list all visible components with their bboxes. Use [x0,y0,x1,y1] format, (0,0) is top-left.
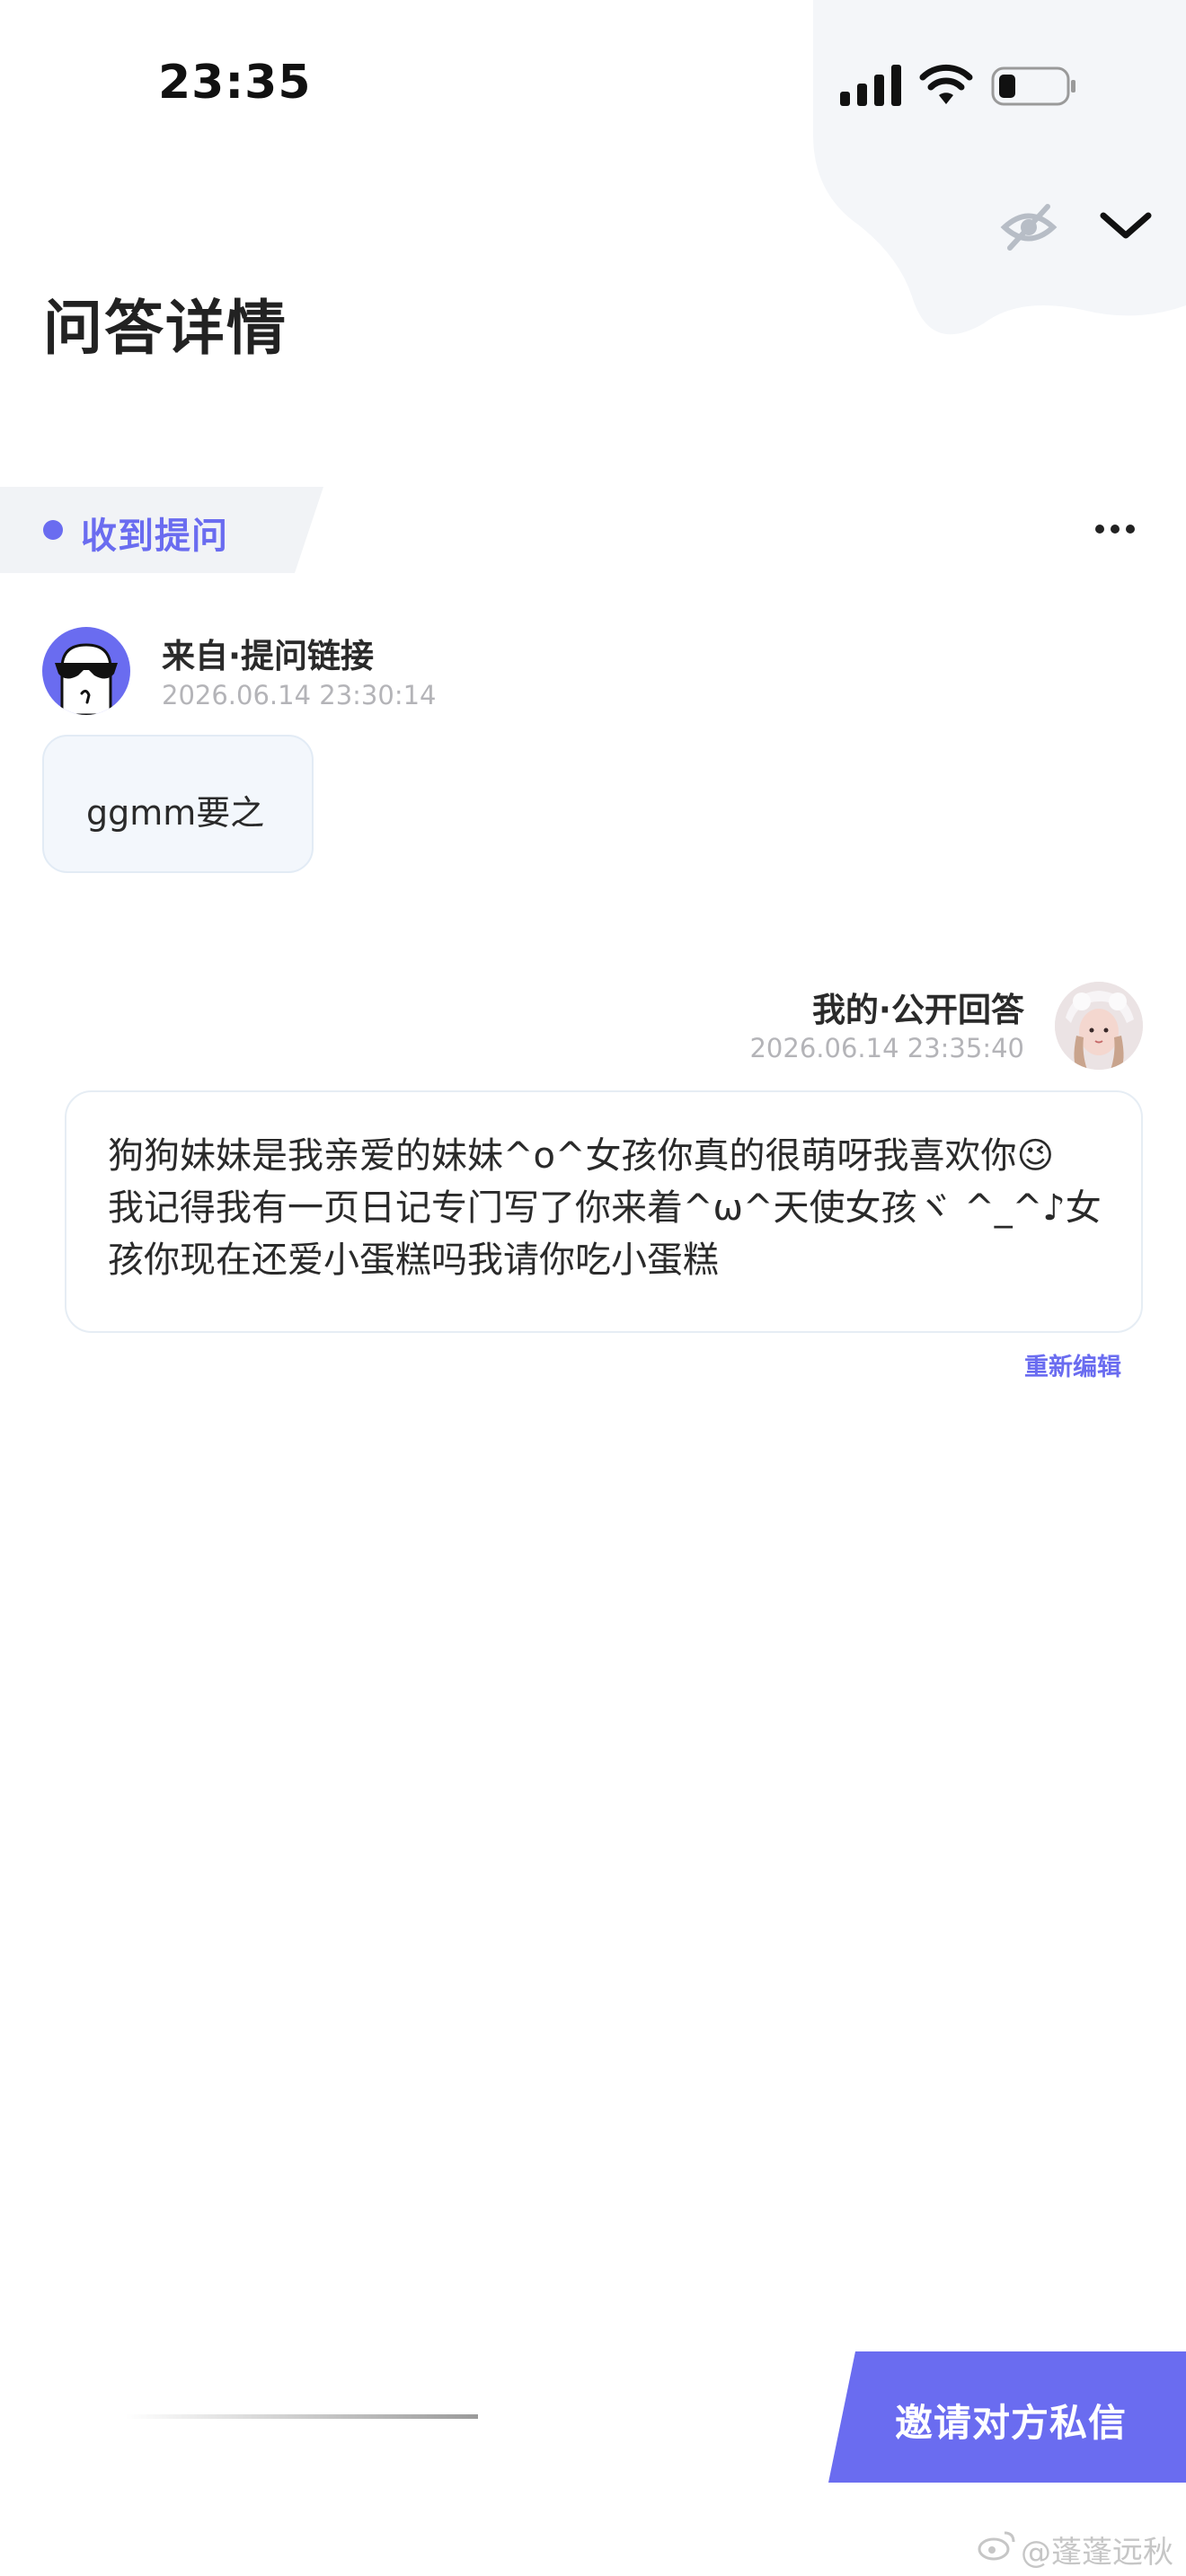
question-text: ggmm要之 [86,793,265,833]
weibo-icon [978,2531,1015,2561]
eye-off-icon[interactable] [999,201,1058,253]
answer-time: 2026.06.14 23:35:40 [749,1033,1024,1063]
avatar-photo-icon [1055,982,1143,1070]
watermark: @蓬蓬远秋 [1021,2535,1173,2571]
more-icon[interactable] [1094,519,1136,539]
answer-text: 狗狗妹妹是我亲爱的妹妹^o^女孩你真的很萌呀我喜欢你😉 我记得我有一页日记专门写… [108,1135,1102,1281]
chevron-down-icon[interactable] [1098,208,1154,243]
asker-avatar[interactable] [42,627,130,715]
bottom-divider [126,2414,478,2419]
page-title: 问答详情 [43,294,288,363]
signal-icon [840,65,901,106]
ghost-sunglasses-icon [55,643,118,715]
battery-icon [991,66,1075,106]
status-time: 23:35 [158,56,312,110]
invite-message-label: 邀请对方私信 [895,2401,1128,2445]
asker-name: 来自·提问链接 [162,637,375,675]
wifi-icon [919,64,973,104]
my-avatar[interactable] [1055,982,1143,1070]
reedit-link[interactable]: 重新编辑 [1024,1347,1121,1382]
received-label: 收到提问 [81,516,228,557]
received-dot [43,520,63,540]
asker-time: 2026.06.14 23:30:14 [162,680,437,710]
answerer-name: 我的·公开回答 [811,991,1024,1029]
decorative-blob [813,0,1186,335]
